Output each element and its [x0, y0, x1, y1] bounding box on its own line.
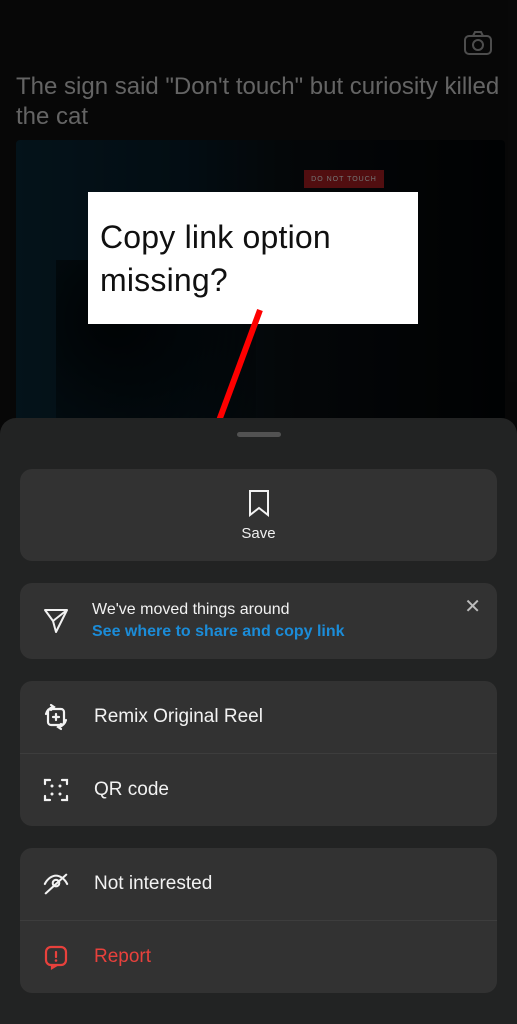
- save-button[interactable]: Save: [20, 469, 497, 561]
- remix-row[interactable]: Remix Original Reel: [20, 681, 497, 753]
- share-info-texts: We've moved things around See where to s…: [92, 601, 345, 641]
- report-label: Report: [94, 946, 151, 968]
- share-info-card[interactable]: We've moved things around See where to s…: [20, 583, 497, 659]
- close-icon[interactable]: ✕: [464, 597, 481, 617]
- action-sheet: Save We've moved things around See where…: [0, 418, 517, 1024]
- action-group-2: Not interested Report: [20, 848, 497, 993]
- remix-label: Remix Original Reel: [94, 706, 263, 728]
- action-group-1: Remix Original Reel QR code: [20, 681, 497, 826]
- not-interested-row[interactable]: Not interested: [20, 848, 497, 920]
- annotation-callout: Copy link option missing?: [88, 192, 418, 324]
- save-label: Save: [241, 525, 275, 542]
- report-icon: [42, 943, 70, 971]
- qr-code-label: QR code: [94, 779, 169, 801]
- bookmark-icon: [245, 489, 273, 517]
- send-icon: [42, 607, 70, 635]
- app-viewport: The sign said "Don't touch" but curiosit…: [0, 0, 517, 1024]
- qr-code-icon: [42, 776, 70, 804]
- remix-icon: [42, 703, 70, 731]
- report-row[interactable]: Report: [20, 920, 497, 993]
- eye-off-icon: [42, 870, 70, 898]
- not-interested-label: Not interested: [94, 873, 212, 895]
- share-info-link[interactable]: See where to share and copy link: [92, 623, 345, 641]
- qr-code-row[interactable]: QR code: [20, 753, 497, 826]
- share-info-primary: We've moved things around: [92, 601, 345, 619]
- sheet-handle[interactable]: [237, 432, 281, 437]
